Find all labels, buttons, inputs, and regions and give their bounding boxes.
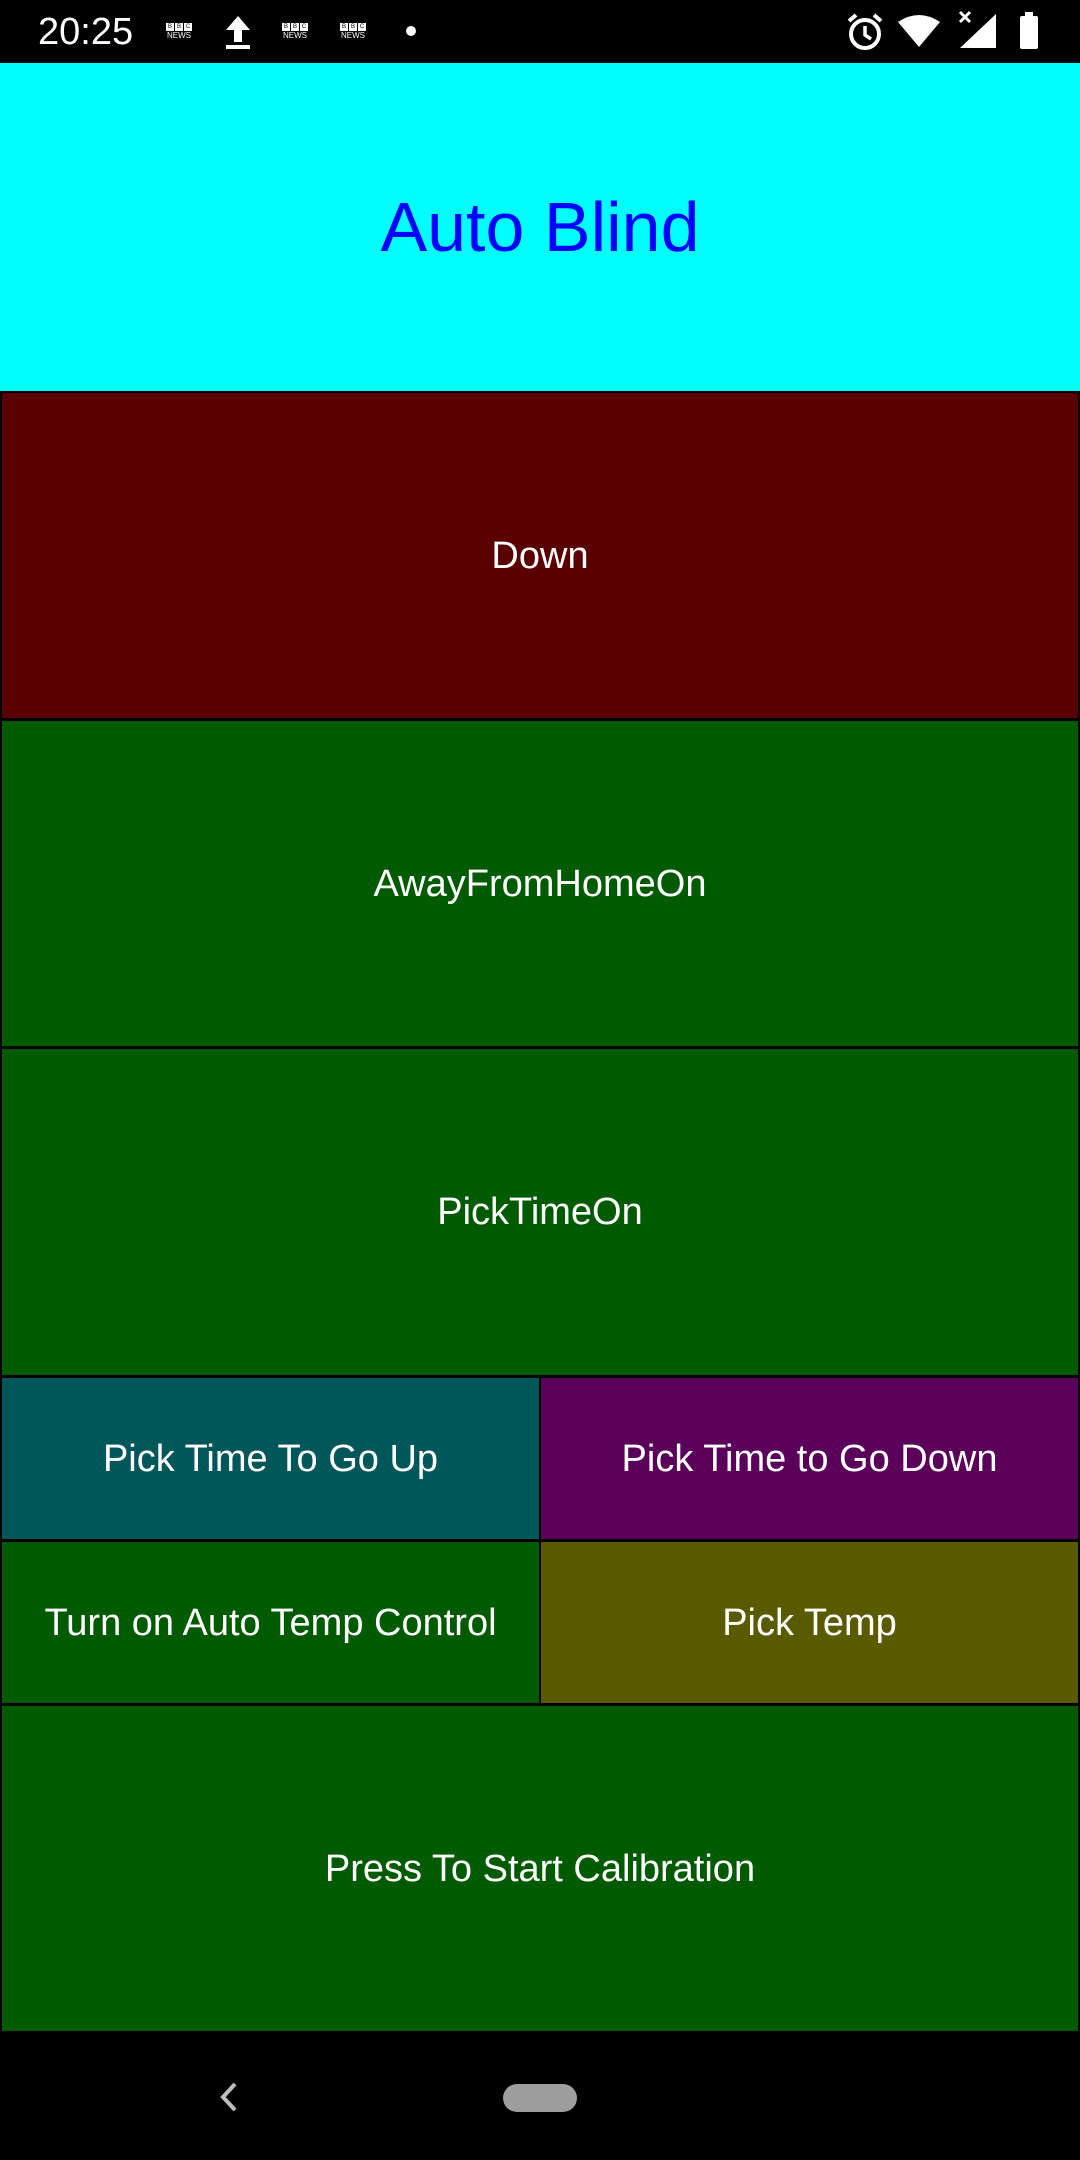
signal-icon (956, 10, 1000, 55)
bbc-news-icon: BBC NEWS (282, 22, 308, 40)
down-button[interactable]: Down (0, 391, 1080, 720)
bbc-news-icon: BBC NEWS (166, 22, 192, 40)
status-time: 20:25 (38, 11, 134, 53)
down-button-label: Down (491, 534, 589, 577)
pick-time-up-label: Pick Time To Go Up (102, 1437, 439, 1480)
wifi-icon (897, 14, 941, 53)
away-from-home-button[interactable]: AwayFromHomeOn (0, 719, 1080, 1048)
pick-time-up-button[interactable]: Pick Time To Go Up (0, 1376, 541, 1541)
app-header: Auto Blind (0, 63, 1080, 391)
status-bar: 20:25 BBC NEWS BBC NEWS BBC NEWS (0, 0, 1080, 63)
calibration-label: Press To Start Calibration (324, 1847, 756, 1890)
auto-temp-button[interactable]: Turn on Auto Temp Control (0, 1540, 541, 1705)
pick-time-down-button[interactable]: Pick Time to Go Down (539, 1376, 1080, 1541)
home-pill[interactable] (503, 2084, 577, 2112)
app-title: Auto Blind (380, 188, 700, 266)
auto-temp-label: Turn on Auto Temp Control (44, 1601, 497, 1644)
battery-icon (1018, 12, 1040, 55)
pick-temp-label: Pick Temp (722, 1601, 897, 1644)
dot-icon (404, 24, 418, 38)
back-icon[interactable] (215, 2080, 245, 2114)
pick-time-down-label: Pick Time to Go Down (621, 1437, 998, 1480)
pick-temp-button[interactable]: Pick Temp (539, 1540, 1080, 1705)
pick-time-on-label: PickTimeOn (437, 1191, 643, 1233)
alarm-icon (846, 12, 884, 57)
pick-time-on-button[interactable]: PickTimeOn (0, 1047, 1080, 1377)
away-from-home-label: AwayFromHomeOn (373, 862, 707, 905)
bbc-news-icon: BBC NEWS (340, 22, 366, 40)
upload-icon (222, 14, 254, 50)
calibration-button[interactable]: Press To Start Calibration (0, 1704, 1080, 2033)
